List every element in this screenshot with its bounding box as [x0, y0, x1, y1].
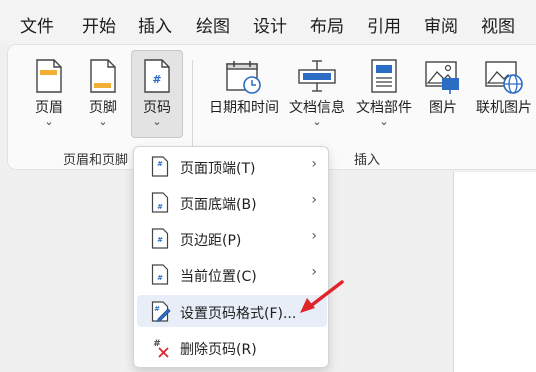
- menu-item-bottom-of-page[interactable]: # 页面底端(B) ›: [137, 186, 327, 218]
- tab-design[interactable]: 设计: [253, 12, 287, 37]
- page-number-button[interactable]: # 页码 ⌄: [131, 50, 183, 138]
- tab-references[interactable]: 引用: [367, 12, 401, 37]
- picture-button[interactable]: 图片: [420, 50, 466, 138]
- footer-button-label: 页脚: [89, 100, 117, 116]
- menu-item-top-of-page[interactable]: # 页面顶端(T) ›: [137, 150, 327, 182]
- chevron-right-icon: ›: [311, 192, 317, 208]
- group-label-insert: 插入: [354, 153, 381, 168]
- menu-item-remove-page-numbers[interactable]: # 删除页码(R): [137, 331, 327, 363]
- svg-text:#: #: [157, 203, 163, 211]
- current-position-icon: #: [151, 264, 169, 289]
- annotation-arrow-icon: [298, 278, 346, 318]
- document-info-button[interactable]: 文档信息 ⌄: [286, 50, 348, 138]
- menu-item-label: 当前位置(C): [180, 269, 257, 285]
- page-number-button-label: 页码: [143, 100, 171, 116]
- chevron-right-icon: ›: [311, 156, 317, 172]
- chevron-down-icon: ⌄: [152, 115, 162, 128]
- svg-text:#: #: [154, 305, 160, 313]
- header-button-label: 页眉: [35, 100, 63, 116]
- tab-draw[interactable]: 绘图: [196, 12, 230, 37]
- menu-item-page-margins[interactable]: # 页边距(P) ›: [137, 222, 327, 254]
- chevron-down-icon: ⌄: [44, 115, 54, 128]
- svg-text:#: #: [157, 236, 163, 244]
- tab-insert[interactable]: 插入: [138, 12, 172, 37]
- top-of-page-icon: #: [151, 156, 169, 181]
- chevron-right-icon: ›: [311, 228, 317, 244]
- date-time-button[interactable]: 日期和时间: [203, 50, 285, 138]
- bottom-of-page-icon: #: [151, 192, 169, 217]
- document-info-icon: [297, 59, 337, 97]
- tab-file[interactable]: 文件: [20, 12, 54, 37]
- document-page[interactable]: [453, 172, 536, 372]
- menu-bar: 文件 开始 插入 绘图 设计 布局 引用 审阅 视图: [0, 0, 536, 44]
- quick-parts-button[interactable]: 文档部件 ⌄: [352, 50, 416, 138]
- format-page-numbers-icon: #: [151, 301, 171, 326]
- svg-text:#: #: [157, 160, 163, 168]
- footer-icon: [89, 59, 117, 97]
- menu-item-label: 页边距(P): [180, 233, 242, 249]
- page-margins-icon: #: [151, 228, 169, 253]
- document-info-button-label: 文档信息: [289, 100, 345, 116]
- header-button[interactable]: 页眉 ⌄: [23, 50, 75, 138]
- header-icon: [35, 59, 63, 97]
- picture-button-label: 图片: [429, 100, 457, 116]
- date-time-button-label: 日期和时间: [209, 100, 279, 116]
- menu-item-label: 删除页码(R): [180, 342, 257, 358]
- tab-layout[interactable]: 布局: [310, 12, 344, 37]
- chevron-down-icon: ⌄: [312, 115, 322, 128]
- group-separator: [192, 60, 193, 160]
- chevron-down-icon: ⌄: [98, 115, 108, 128]
- tab-review[interactable]: 审阅: [424, 12, 458, 37]
- svg-text:#: #: [157, 274, 163, 282]
- remove-page-numbers-icon: #: [151, 337, 171, 362]
- page-number-icon: #: [143, 59, 171, 97]
- picture-icon: [424, 59, 462, 99]
- tab-view[interactable]: 视图: [481, 12, 515, 37]
- online-picture-button-label: 联机图片: [476, 100, 532, 116]
- page-number-dropdown: # 页面顶端(T) › # 页面底端(B) › # 页边距(P) › # 当前位…: [133, 146, 329, 368]
- menu-item-label: 设置页码格式(F)...: [180, 306, 297, 322]
- online-picture-icon: [484, 59, 524, 99]
- group-label-header-footer: 页眉和页脚: [63, 153, 129, 168]
- online-picture-button[interactable]: 联机图片: [472, 50, 536, 138]
- chevron-down-icon: ⌄: [379, 115, 389, 128]
- footer-button[interactable]: 页脚 ⌄: [77, 50, 129, 138]
- quick-parts-button-label: 文档部件: [356, 100, 412, 116]
- tab-home[interactable]: 开始: [82, 12, 116, 37]
- quick-parts-icon: [370, 59, 398, 97]
- menu-item-label: 页面底端(B): [180, 197, 257, 213]
- calendar-clock-icon: [225, 59, 263, 99]
- menu-item-label: 页面顶端(T): [180, 161, 256, 177]
- svg-text:#: #: [152, 73, 161, 86]
